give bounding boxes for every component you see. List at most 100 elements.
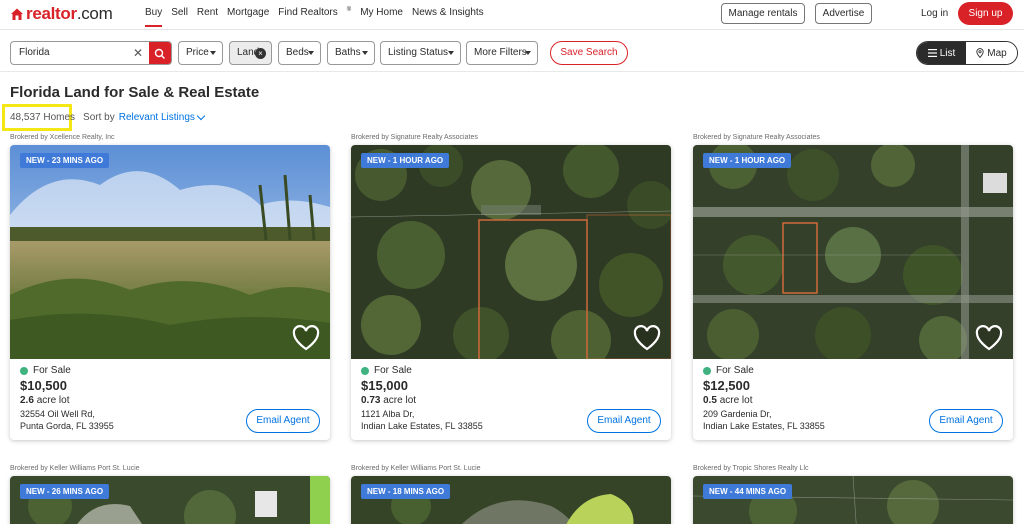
sort-dropdown[interactable]: Relevant Listings <box>119 112 195 123</box>
aerial-lot-image <box>693 145 1013 359</box>
listing-photo[interactable]: NEW - 44 MINS AGO <box>693 476 1013 524</box>
listing-card[interactable]: Brokered by Signature Realty Associates … <box>693 133 1013 440</box>
remove-filter-icon[interactable]: × <box>255 48 266 59</box>
listing-photo[interactable]: NEW - 1 HOUR AGO <box>351 145 671 359</box>
view-toggle: List Map <box>916 41 1018 65</box>
baths-filter[interactable]: Baths <box>327 41 375 65</box>
broker-name: Brokered by Xcellence Realty, Inc <box>10 134 115 141</box>
sort-label: Sort by <box>83 112 115 123</box>
status-label: For Sale <box>716 365 754 376</box>
chevron-down-icon <box>448 51 454 55</box>
map-pin-icon <box>976 48 984 58</box>
status-label: For Sale <box>33 365 71 376</box>
beds-filter[interactable]: Beds <box>278 41 321 65</box>
results-count: 48,537 Homes <box>10 112 76 123</box>
listing-price: $15,000 <box>361 378 408 393</box>
broker-name: Brokered by Tropic Shores Realty Llc <box>693 465 809 472</box>
chevron-down-icon <box>210 51 216 55</box>
listing-card-body: NEW - 23 MINS AGO For Sale $10,500 2.6 a… <box>10 145 330 440</box>
email-agent-button[interactable]: Email Agent <box>587 409 661 433</box>
lot-size-value: 0.5 <box>703 395 717 406</box>
nav-find-realtors[interactable]: Find Realtors ® <box>278 7 351 27</box>
listing-card-body: NEW - 1 HOUR AGO For Sale $12,500 0.5 ac… <box>693 145 1013 440</box>
listing-photo[interactable]: NEW - 26 MINS AGO <box>10 476 330 524</box>
price-filter-label: Price <box>186 47 209 58</box>
house-logo-icon <box>11 8 23 20</box>
search-button[interactable] <box>149 42 171 64</box>
more-filters-button[interactable]: More Filters <box>466 41 538 65</box>
heart-icon[interactable] <box>633 325 661 351</box>
nav-rent[interactable]: Rent <box>197 7 218 27</box>
results-summary: 48,537 Homes Sort by Relevant Listings <box>10 111 206 123</box>
login-link[interactable]: Log in <box>921 8 948 19</box>
listing-price: $10,500 <box>20 378 67 393</box>
status-label: For Sale <box>374 365 412 376</box>
listing-card-body: NEW - 44 MINS AGO <box>693 476 1013 524</box>
listing-status-filter[interactable]: Listing Status <box>380 41 461 65</box>
beds-filter-label: Beds <box>286 47 309 58</box>
nav-mortgage[interactable]: Mortgage <box>227 7 269 27</box>
main-nav: Buy Sell Rent Mortgage Find Realtors ® My… <box>145 7 493 27</box>
lot-size-value: 0.73 <box>361 395 381 406</box>
marsh-landscape-image <box>10 145 330 359</box>
listing-photo[interactable]: NEW - 18 MINS AGO <box>351 476 671 524</box>
clear-search-icon[interactable]: ✕ <box>133 46 143 60</box>
email-agent-button[interactable]: Email Agent <box>246 409 320 433</box>
listing-card[interactable]: Brokered by Signature Realty Associates … <box>351 133 671 440</box>
search-input[interactable]: Florida <box>19 47 50 58</box>
lot-size-value: 2.6 <box>20 395 34 406</box>
manage-rentals-button[interactable]: Manage rentals <box>721 3 805 24</box>
lot-size: 0.73 acre lot <box>361 395 661 406</box>
nav-buy[interactable]: Buy <box>145 7 163 27</box>
heart-icon[interactable] <box>975 325 1003 351</box>
listing-card[interactable]: Brokered by Keller Williams Port St. Luc… <box>10 464 330 524</box>
email-agent-button[interactable]: Email Agent <box>929 409 1003 433</box>
logo-wordmark: realtor.com <box>26 4 113 23</box>
list-view-label: List <box>939 47 956 59</box>
new-listing-badge: NEW - 1 HOUR AGO <box>361 153 450 168</box>
new-listing-badge: NEW - 1 HOUR AGO <box>703 153 792 168</box>
land-filter-chip[interactable]: Land × <box>229 41 272 65</box>
heart-icon[interactable] <box>292 325 320 351</box>
aerial-lot-image <box>351 145 671 359</box>
list-icon <box>927 49 937 57</box>
lot-size: 2.6 acre lot <box>20 395 320 406</box>
new-listing-badge: NEW - 23 MINS AGO <box>20 153 110 168</box>
lot-size-unit: acre lot <box>719 395 753 406</box>
new-listing-badge: NEW - 26 MINS AGO <box>20 484 110 499</box>
broker-name: Brokered by Keller Williams Port St. Luc… <box>351 465 481 472</box>
new-listing-badge: NEW - 18 MINS AGO <box>361 484 451 499</box>
listing-photo[interactable]: NEW - 23 MINS AGO <box>10 145 330 359</box>
registered-mark: ® <box>346 7 352 13</box>
list-view-button[interactable]: List <box>917 42 967 64</box>
chevron-down-icon <box>196 111 206 120</box>
chevron-down-icon <box>525 51 531 55</box>
signup-button[interactable]: Sign up <box>958 2 1013 25</box>
listing-price: $12,500 <box>703 378 750 393</box>
nav-sell[interactable]: Sell <box>171 7 188 27</box>
map-view-label: Map <box>987 47 1007 59</box>
nav-my-home[interactable]: My Home <box>360 7 403 27</box>
listing-card[interactable]: Brokered by Tropic Shores Realty Llc NEW… <box>693 464 1013 524</box>
realtor-logo[interactable]: realtor.com <box>10 4 113 24</box>
listing-card[interactable]: Brokered by Xcellence Realty, Inc NEW - … <box>10 133 330 440</box>
nav-find-realtors-label: Find Realtors <box>278 7 338 19</box>
listing-photo[interactable]: NEW - 1 HOUR AGO <box>693 145 1013 359</box>
baths-filter-label: Baths <box>335 47 361 58</box>
lot-size-unit: acre lot <box>36 395 70 406</box>
listing-card-body: NEW - 18 MINS AGO <box>351 476 671 524</box>
map-view-button[interactable]: Map <box>966 42 1017 64</box>
listing-card[interactable]: Brokered by Keller Williams Port St. Luc… <box>351 464 671 524</box>
nav-news-insights[interactable]: News & Insights <box>412 7 484 27</box>
broker-name: Brokered by Keller Williams Port St. Luc… <box>10 465 140 472</box>
page-title: Florida Land for Sale & Real Estate <box>10 84 260 101</box>
search-icon <box>154 48 165 59</box>
chevron-down-icon <box>308 51 314 55</box>
for-sale-dot-icon <box>20 366 28 375</box>
price-filter[interactable]: Price <box>178 41 223 65</box>
filter-bar: Florida ✕ Price Land × Beds Baths Listing… <box>0 36 1024 72</box>
save-search-button[interactable]: Save Search <box>550 41 628 65</box>
new-listing-badge: NEW - 44 MINS AGO <box>703 484 793 499</box>
broker-name: Brokered by Signature Realty Associates <box>351 134 478 141</box>
advertise-button[interactable]: Advertise <box>815 3 872 24</box>
